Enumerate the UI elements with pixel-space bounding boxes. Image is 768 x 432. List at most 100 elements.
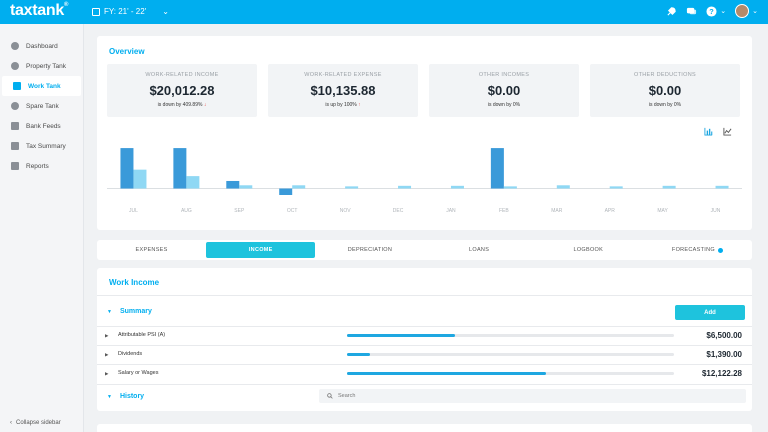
financial-year-selector[interactable]: FY: 21' - 22' ⌄: [92, 7, 169, 16]
sidebar-item-property-tank[interactable]: Property Tank: [0, 56, 83, 76]
work-icon: [13, 82, 21, 90]
chart-bar-dec-series-2[interactable]: [398, 185, 412, 189]
chart-bar-jun-series-2[interactable]: [715, 185, 729, 189]
chart-x-tick-label: JUN: [711, 208, 721, 214]
chart-x-tick-label: SEP: [234, 208, 245, 214]
help-menu-chevron-icon[interactable]: ⌄: [720, 7, 726, 15]
row-amount: $1,390.00: [706, 350, 742, 359]
progress-fill: [347, 334, 455, 337]
card-change: is down by 0%: [648, 102, 682, 108]
arrow-up-icon: ↑: [358, 102, 361, 108]
progress-track: [347, 372, 674, 375]
help-icon[interactable]: ?: [706, 5, 717, 17]
chat-icon[interactable]: [686, 6, 697, 17]
taxtank-logo[interactable]: taxtank®: [10, 2, 68, 20]
work-tank-tabs: EXPENSES INCOME DEPRECIATION LOANS LOGBO…: [97, 240, 752, 260]
chart-bar-feb-series-1[interactable]: [490, 148, 504, 189]
sidebar-item-spare-tank[interactable]: Spare Tank: [0, 96, 83, 116]
arrow-down-icon: ↓: [203, 102, 207, 108]
chart-bar-feb-series-2[interactable]: [503, 186, 517, 189]
rocket-icon[interactable]: [666, 6, 677, 17]
chart-x-tick-label: DEC: [393, 208, 404, 214]
card-change: is down by 0%: [487, 102, 521, 108]
spare-icon: [11, 102, 19, 110]
caret-right-icon[interactable]: ▶: [105, 333, 108, 339]
tab-logbook[interactable]: LOGBOOK: [534, 240, 643, 260]
progress-fill: [347, 372, 547, 375]
tab-depreciation[interactable]: DEPRECIATION: [315, 240, 424, 260]
row-amount: $6,500.00: [706, 331, 742, 340]
collapse-sidebar-button[interactable]: ‹ Collapse sidebar: [10, 420, 61, 426]
chart-x-tick-label: FEB: [499, 208, 509, 214]
table-row[interactable]: ▶ Attributable PSI (A) $6,500.00: [97, 327, 752, 345]
chart-bar-apr-series-2[interactable]: [609, 186, 623, 189]
row-label: Dividends: [118, 351, 143, 357]
tab-expenses[interactable]: EXPENSES: [97, 240, 206, 260]
search-input[interactable]: Search: [319, 389, 746, 403]
caret-right-icon[interactable]: ▶: [105, 371, 108, 377]
summary-card-other-incomes: OTHER INCOMES $0.00 is down by 0%: [429, 64, 579, 117]
caret-right-icon[interactable]: ▶: [105, 352, 108, 358]
chart-bar-jul-series-1[interactable]: [120, 148, 134, 189]
sidebar-item-dashboard[interactable]: Dashboard: [0, 36, 83, 56]
info-icon[interactable]: [717, 247, 723, 253]
chart-x-tick-label: MAR: [551, 208, 563, 214]
card-value: $10,135.88: [310, 83, 376, 98]
chart-x-tick-label: JUL: [129, 208, 138, 214]
account-menu-chevron-icon[interactable]: ⌄: [752, 7, 758, 15]
chart-bar-nov-series-2[interactable]: [345, 186, 359, 189]
chart-bar-aug-series-2[interactable]: [186, 176, 200, 189]
card-change: is up by 100% ↑: [325, 102, 361, 108]
chart-x-tick-label: MAY: [657, 208, 668, 214]
chart-bar-oct-series-2[interactable]: [292, 185, 306, 189]
chart-x-tick-label: AUG: [181, 208, 192, 214]
chart-bar-jan-series-2[interactable]: [450, 185, 464, 189]
svg-text:?: ?: [710, 6, 715, 15]
card-label: OTHER DEDUCTIONS: [634, 72, 696, 78]
sidebar-item-bank-feeds[interactable]: Bank Feeds: [0, 116, 83, 136]
tab-forecasting[interactable]: FORECASTING: [643, 240, 752, 260]
tab-income[interactable]: INCOME: [206, 242, 316, 258]
tax-summary-icon: [11, 142, 19, 150]
chart-bar-mar-series-2[interactable]: [556, 185, 570, 189]
overview-bar-chart: JUL AUG SEP OCT NOV DEC JAN FEB MAR APR MAY JUN: [107, 148, 742, 214]
chart-bar-oct-series-1[interactable]: [279, 188, 293, 195]
financial-year-label: FY: 21' - 22': [104, 7, 147, 16]
add-button[interactable]: Add: [675, 305, 745, 320]
chevron-left-icon: ‹: [10, 420, 12, 426]
tab-loans[interactable]: LOANS: [425, 240, 534, 260]
caret-down-icon: ▼: [107, 393, 112, 400]
table-row[interactable]: ▶ Salary or Wages $12,122.28: [97, 365, 752, 383]
divider: [97, 295, 752, 296]
chart-x-tick-label: OCT: [287, 208, 298, 214]
chart-bar-sep-series-2[interactable]: [239, 185, 253, 189]
table-row[interactable]: ▶ Dividends $1,390.00: [97, 346, 752, 364]
chevron-down-icon: ⌄: [162, 7, 169, 16]
sidebar-item-tax-summary[interactable]: Tax Summary: [0, 136, 83, 156]
summary-card-work-income: WORK-RELATED INCOME $20,012.28 is down b…: [107, 64, 257, 117]
sidebar-item-work-tank[interactable]: Work Tank: [2, 76, 81, 96]
search-placeholder: Search: [338, 393, 356, 399]
caret-down-icon: ▼: [107, 308, 112, 315]
chart-bar-may-series-2[interactable]: [662, 185, 676, 189]
chart-bar-jul-series-2[interactable]: [133, 169, 147, 189]
chart-x-tick-label: NOV: [340, 208, 352, 214]
card-value: $20,012.28: [149, 83, 215, 98]
history-section-toggle[interactable]: ▼ History: [107, 393, 144, 400]
dashboard-icon: [11, 42, 19, 50]
bank-icon: [11, 122, 19, 130]
chart-bar-sep-series-1[interactable]: [226, 180, 240, 189]
card-value: $0.00: [648, 83, 682, 98]
search-icon: [327, 393, 333, 399]
chart-bar-aug-series-1[interactable]: [173, 148, 187, 189]
summary-section-toggle[interactable]: ▼ Summary: [107, 308, 152, 315]
work-income-panel: Work Income ▼ Summary Add ▶ Attributable…: [97, 268, 752, 411]
progress-track: [347, 334, 674, 337]
divider: [97, 384, 752, 385]
summary-card-work-expense: WORK-RELATED EXPENSE $10,135.88 is up by…: [268, 64, 418, 117]
avatar[interactable]: [735, 4, 750, 18]
card-label: WORK-RELATED EXPENSE: [304, 72, 382, 78]
sidebar-item-reports[interactable]: Reports: [0, 156, 83, 176]
work-income-title: Work Income: [109, 278, 160, 287]
top-bar: taxtank® FY: 21' - 22' ⌄ ? ⌄ ⌄: [0, 0, 768, 24]
